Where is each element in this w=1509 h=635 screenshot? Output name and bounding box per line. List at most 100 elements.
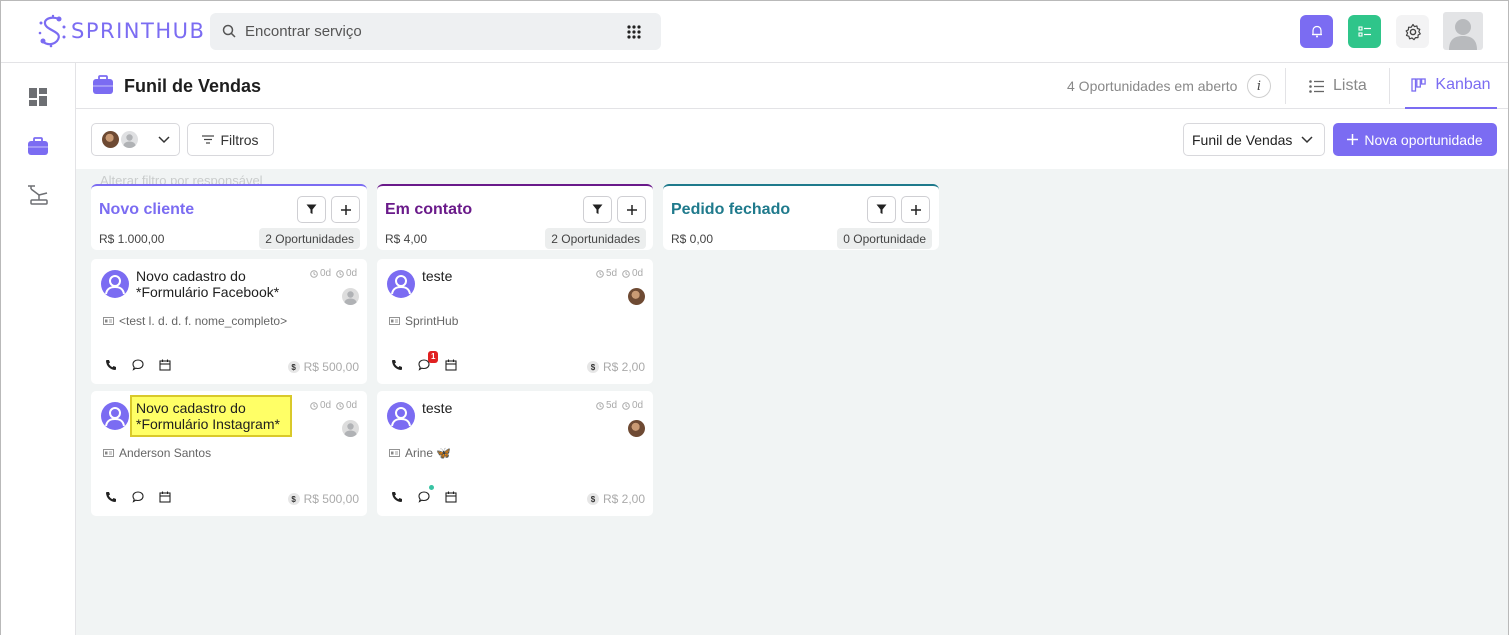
sidebar-item-sales[interactable] bbox=[27, 135, 49, 157]
contact-avatar bbox=[387, 402, 415, 430]
column-add-button[interactable] bbox=[331, 196, 360, 223]
owner-avatar[interactable] bbox=[342, 288, 359, 305]
id-card-icon bbox=[389, 449, 400, 457]
sidebar-item-integrations[interactable] bbox=[27, 184, 49, 206]
user-icon bbox=[391, 275, 411, 295]
card-value-amount: R$ 500,00 bbox=[303, 360, 359, 374]
card-title[interactable]: teste bbox=[422, 268, 587, 284]
card-title[interactable]: Novo cadastro do *Formulário Facebook* bbox=[136, 268, 301, 300]
phone-icon[interactable] bbox=[105, 491, 117, 503]
card-title[interactable]: Novo cadastro do *Formulário Instagram* bbox=[130, 395, 292, 437]
info-icon[interactable]: i bbox=[1247, 74, 1271, 98]
filters-button[interactable]: Filtros bbox=[187, 123, 274, 156]
card-contact-name: <test l. d. d. f. nome_completo> bbox=[119, 314, 288, 328]
tab-kanban[interactable]: Kanban bbox=[1405, 63, 1497, 109]
owner-avatar[interactable] bbox=[628, 288, 645, 305]
tasks-button[interactable] bbox=[1348, 15, 1381, 48]
brand-logo[interactable]: SPRINTHUB bbox=[37, 13, 205, 49]
responsible-avatar-placeholder bbox=[121, 131, 138, 148]
funnel-select[interactable]: Funil de Vendas bbox=[1183, 123, 1325, 156]
card-value: $ R$ 2,00 bbox=[586, 492, 645, 506]
contact-avatar bbox=[387, 270, 415, 298]
dashboard-icon bbox=[29, 88, 47, 106]
opportunity-card[interactable]: teste 5d 0d Arine 🦋 $ R$ 2,00 bbox=[377, 391, 653, 516]
column-count-badge: 0 Oportunidade bbox=[837, 228, 932, 249]
card-contact: SprintHub bbox=[389, 314, 458, 328]
divider bbox=[1389, 68, 1390, 104]
card-title[interactable]: teste bbox=[422, 400, 587, 416]
card-value-amount: R$ 2,00 bbox=[602, 492, 645, 506]
open-opportunities-count: 4 Oportunidades em aberto bbox=[1067, 78, 1238, 94]
settings-button[interactable] bbox=[1396, 15, 1429, 48]
column-filter-button[interactable] bbox=[583, 196, 612, 223]
card-value: $ R$ 500,00 bbox=[287, 360, 359, 374]
kanban-board: Alterar filtro por responsável Novo clie… bbox=[76, 169, 1508, 635]
page-title: Funil de Vendas bbox=[124, 76, 262, 96]
owner-avatar[interactable] bbox=[342, 420, 359, 437]
calendar-icon[interactable] bbox=[159, 491, 171, 503]
chevron-down-icon bbox=[1301, 136, 1313, 144]
chat-icon[interactable]: 1 bbox=[418, 351, 439, 371]
opportunity-card[interactable]: teste 5d 0d SprintHub 1 $ R$ 2,00 bbox=[377, 259, 653, 384]
card-value: $ R$ 2,00 bbox=[586, 360, 645, 374]
divider bbox=[1285, 68, 1286, 104]
user-icon bbox=[105, 407, 125, 427]
notifications-button[interactable] bbox=[1300, 15, 1333, 48]
new-opportunity-button[interactable]: Nova oportunidade bbox=[1333, 123, 1497, 156]
column-count-badge: 2 Oportunidades bbox=[259, 228, 360, 249]
column-filter-button[interactable] bbox=[867, 196, 896, 223]
clock-icon bbox=[622, 401, 630, 410]
opportunity-card[interactable]: Novo cadastro do *Formulário Instagram* … bbox=[91, 391, 367, 516]
phone-icon[interactable] bbox=[391, 491, 403, 503]
calendar-icon[interactable] bbox=[445, 359, 457, 371]
calendar-icon[interactable] bbox=[159, 359, 171, 371]
card-age-value: 0d bbox=[320, 400, 332, 411]
briefcase-icon bbox=[93, 75, 113, 94]
search-input[interactable] bbox=[245, 21, 605, 42]
card-idle-time-value: 0d bbox=[346, 268, 358, 279]
chat-icon[interactable] bbox=[418, 485, 434, 503]
search-bar bbox=[210, 13, 661, 50]
card-age: 5d bbox=[596, 268, 617, 279]
card-actions bbox=[391, 485, 457, 503]
calendar-icon[interactable] bbox=[445, 491, 457, 503]
column-add-button[interactable] bbox=[901, 196, 930, 223]
tab-lista[interactable]: Lista bbox=[1309, 63, 1389, 109]
brand-name: SPRINTHUB bbox=[71, 19, 206, 43]
column-filter-button[interactable] bbox=[297, 196, 326, 223]
column-add-button[interactable] bbox=[617, 196, 646, 223]
dollar-icon: $ bbox=[287, 361, 300, 373]
opportunity-card[interactable]: Novo cadastro do *Formulário Facebook* 0… bbox=[91, 259, 367, 384]
card-idle-time: 0d bbox=[622, 400, 643, 411]
phone-icon[interactable] bbox=[105, 359, 117, 371]
card-actions bbox=[105, 491, 171, 503]
contact-avatar bbox=[101, 270, 129, 298]
user-icon bbox=[391, 407, 411, 427]
card-age: 5d bbox=[596, 400, 617, 411]
tab-lista-label: Lista bbox=[1333, 77, 1367, 94]
card-value-amount: R$ 2,00 bbox=[602, 360, 645, 374]
responsible-filter-select[interactable] bbox=[91, 123, 180, 156]
plus-icon bbox=[1347, 134, 1359, 145]
card-age-value: 0d bbox=[320, 268, 332, 279]
dollar-icon: $ bbox=[287, 493, 300, 505]
card-contact: Anderson Santos bbox=[103, 446, 211, 460]
apps-grid-icon[interactable] bbox=[627, 25, 641, 39]
sidebar bbox=[1, 63, 76, 635]
chat-icon[interactable] bbox=[132, 491, 144, 503]
clock-icon bbox=[336, 401, 344, 410]
phone-icon[interactable] bbox=[391, 359, 403, 371]
owner-avatar[interactable] bbox=[628, 420, 645, 437]
dollar-icon: $ bbox=[586, 361, 599, 373]
chat-icon[interactable] bbox=[132, 359, 144, 371]
sprinthub-logo-icon bbox=[38, 14, 66, 48]
card-age-value: 5d bbox=[606, 268, 618, 279]
user-placeholder-icon bbox=[344, 423, 357, 437]
unread-badge: 1 bbox=[428, 351, 439, 363]
id-card-icon bbox=[389, 317, 400, 325]
tab-kanban-label: Kanban bbox=[1435, 76, 1491, 93]
user-avatar[interactable] bbox=[1443, 12, 1483, 50]
sidebar-item-dashboard[interactable] bbox=[27, 86, 49, 108]
online-indicator bbox=[429, 485, 434, 490]
card-age: 0d bbox=[310, 268, 331, 279]
